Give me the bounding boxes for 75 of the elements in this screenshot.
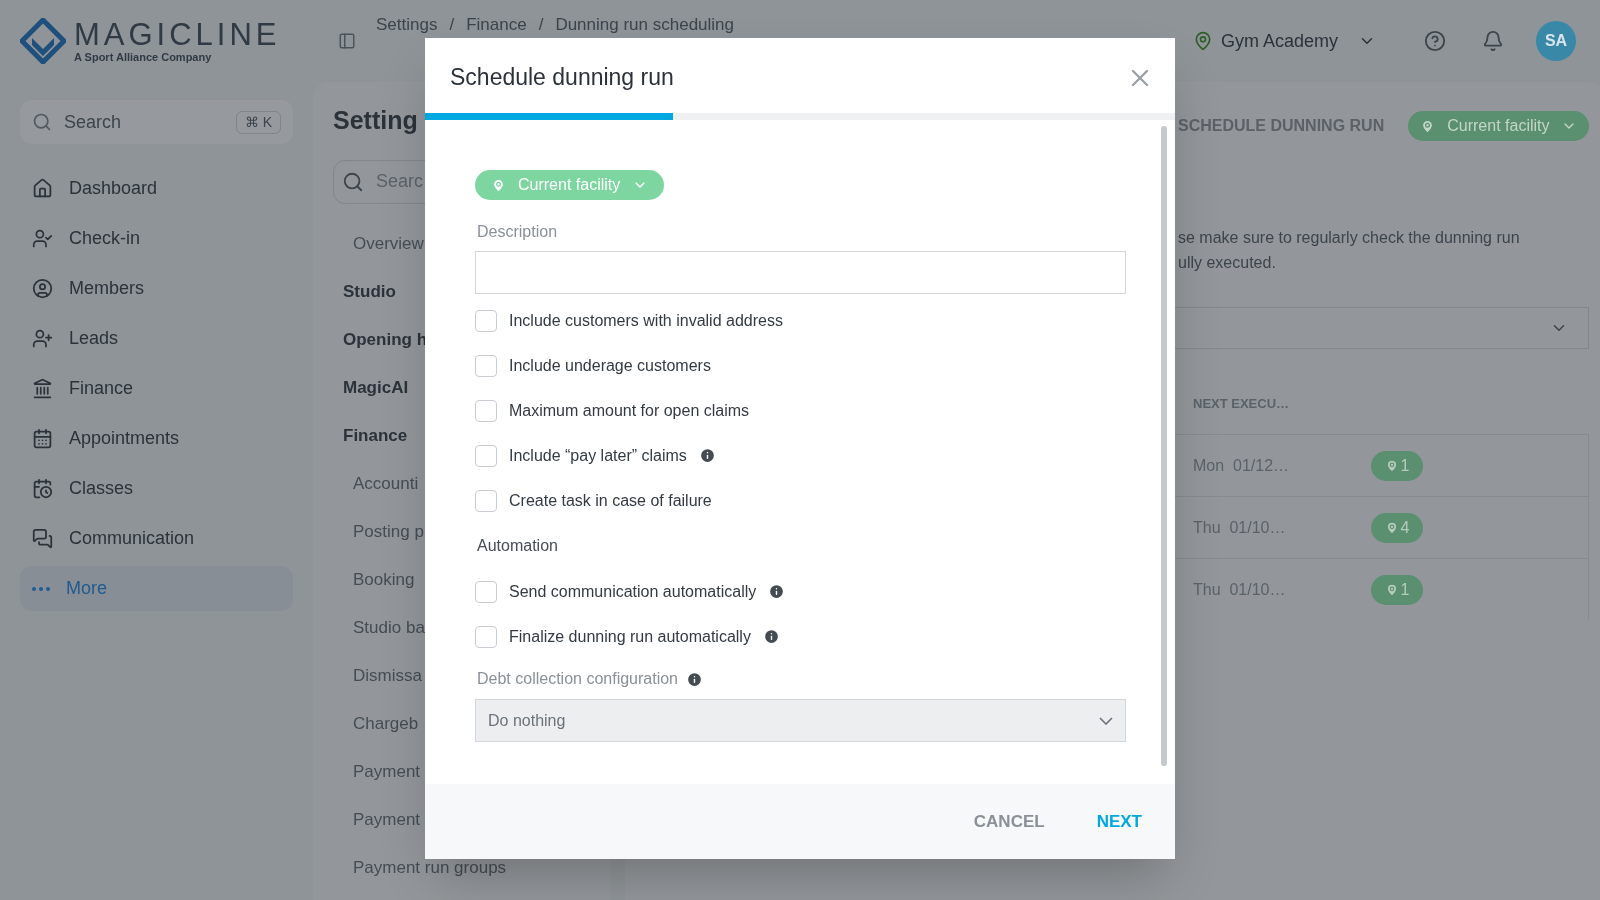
checkbox[interactable] — [475, 444, 497, 467]
chat-icon — [32, 528, 53, 549]
home-icon — [32, 178, 53, 199]
shortcut-key: ⌘ K — [235, 110, 281, 134]
checkbox[interactable] — [475, 580, 497, 603]
person-check-icon — [32, 228, 53, 249]
info-icon[interactable] — [686, 670, 703, 688]
search-icon — [32, 112, 52, 132]
checkbox-label: Create task in case of failure — [509, 490, 712, 511]
checkbox-label: Include “pay later” claims — [509, 445, 687, 466]
settings-title: Setting — [333, 105, 419, 136]
checkbox[interactable] — [475, 309, 497, 332]
sidebar-item[interactable]: Leads — [20, 316, 293, 361]
field-label: Description — [477, 222, 559, 242]
facility-filter[interactable]: Current facility — [1408, 111, 1590, 141]
chevron-down-icon — [1099, 716, 1113, 725]
help-icon[interactable] — [1424, 30, 1446, 52]
checkbox-label: Include customers with invalid address — [509, 310, 783, 331]
calendar-icon — [32, 428, 53, 449]
description-input[interactable] — [475, 251, 1126, 294]
sidebar-item[interactable]: Check-in — [20, 216, 293, 261]
sidebar-item[interactable]: Dashboard — [20, 166, 293, 211]
field-label: Debt collection configuration — [477, 669, 678, 689]
pin-icon — [491, 177, 506, 193]
sidebar-item[interactable]: Communication — [20, 516, 293, 561]
dots-icon — [32, 586, 50, 591]
bell-icon[interactable] — [1482, 30, 1504, 52]
sidebar-item[interactable]: Classes — [20, 466, 293, 511]
bank-icon — [32, 378, 53, 399]
table-cell-text: Thu 01/10… — [1193, 517, 1287, 538]
breadcrumb-separator: / — [538, 14, 544, 36]
user-avatar[interactable]: SA — [1536, 21, 1576, 61]
logo-tagline: A Sport Alliance Company — [74, 52, 213, 63]
breadcrumb-link[interactable]: Dunning run scheduling — [555, 12, 734, 38]
table-cell-text: Thu 01/10… — [1193, 579, 1287, 600]
checkbox-label: Send communication automatically — [509, 581, 757, 602]
calendar-clock-icon — [32, 478, 53, 499]
notice-text: ully executed. — [1178, 253, 1277, 273]
person-plus-icon — [32, 328, 53, 349]
user-circle-icon — [32, 278, 53, 299]
facility-count-badge: 1 — [1371, 450, 1423, 481]
logo-icon — [20, 18, 66, 64]
info-icon[interactable] — [768, 583, 786, 600]
search-field[interactable]: Search ⌘ K — [20, 100, 293, 144]
column-header: NEXT EXECU… — [1193, 395, 1290, 414]
table-cell-text: Mon 01/12… — [1193, 455, 1291, 476]
schedule-dunning-run-button[interactable]: SCHEDULE DUNNING RUN — [1178, 114, 1385, 138]
section-heading: Automation — [477, 536, 559, 556]
sidebar-item[interactable]: Appointments — [20, 416, 293, 461]
next-button[interactable]: NEXT — [1088, 804, 1150, 839]
checkbox[interactable] — [475, 354, 497, 377]
facility-count-badge: 4 — [1371, 512, 1423, 543]
checkbox[interactable] — [475, 489, 497, 512]
checkbox-label: Include underage customers — [509, 355, 711, 376]
facility-selector[interactable]: Gym Academy — [1192, 27, 1376, 55]
checkbox-label: Maximum amount for open claims — [509, 400, 750, 421]
checkbox[interactable] — [475, 399, 497, 422]
sidebar-item[interactable]: Finance — [20, 366, 293, 411]
sidebar-item[interactable]: Members — [20, 266, 293, 311]
checkbox-label: Finalize dunning run automatically — [509, 626, 751, 647]
search-icon — [342, 170, 364, 193]
facility-filter[interactable]: Current facility — [475, 170, 665, 200]
sidebar-item[interactable]: More — [20, 566, 293, 611]
breadcrumb-separator: / — [449, 14, 455, 36]
sidebar-toggle-icon[interactable] — [338, 32, 356, 50]
checkbox[interactable] — [475, 625, 497, 648]
cancel-button[interactable]: CANCEL — [965, 804, 1053, 839]
notice-text: se make sure to regularly check the dunning run — [1178, 228, 1521, 248]
modal-title: Schedule dunning run — [450, 63, 674, 93]
breadcrumb-link[interactable]: Finance — [466, 12, 527, 38]
info-icon[interactable] — [698, 447, 716, 464]
logo-wordmark: MAGICLINE — [74, 19, 281, 50]
info-icon[interactable] — [762, 628, 780, 645]
facility-count-badge: 1 — [1371, 574, 1423, 605]
breadcrumb-link[interactable]: Settings — [376, 12, 438, 38]
